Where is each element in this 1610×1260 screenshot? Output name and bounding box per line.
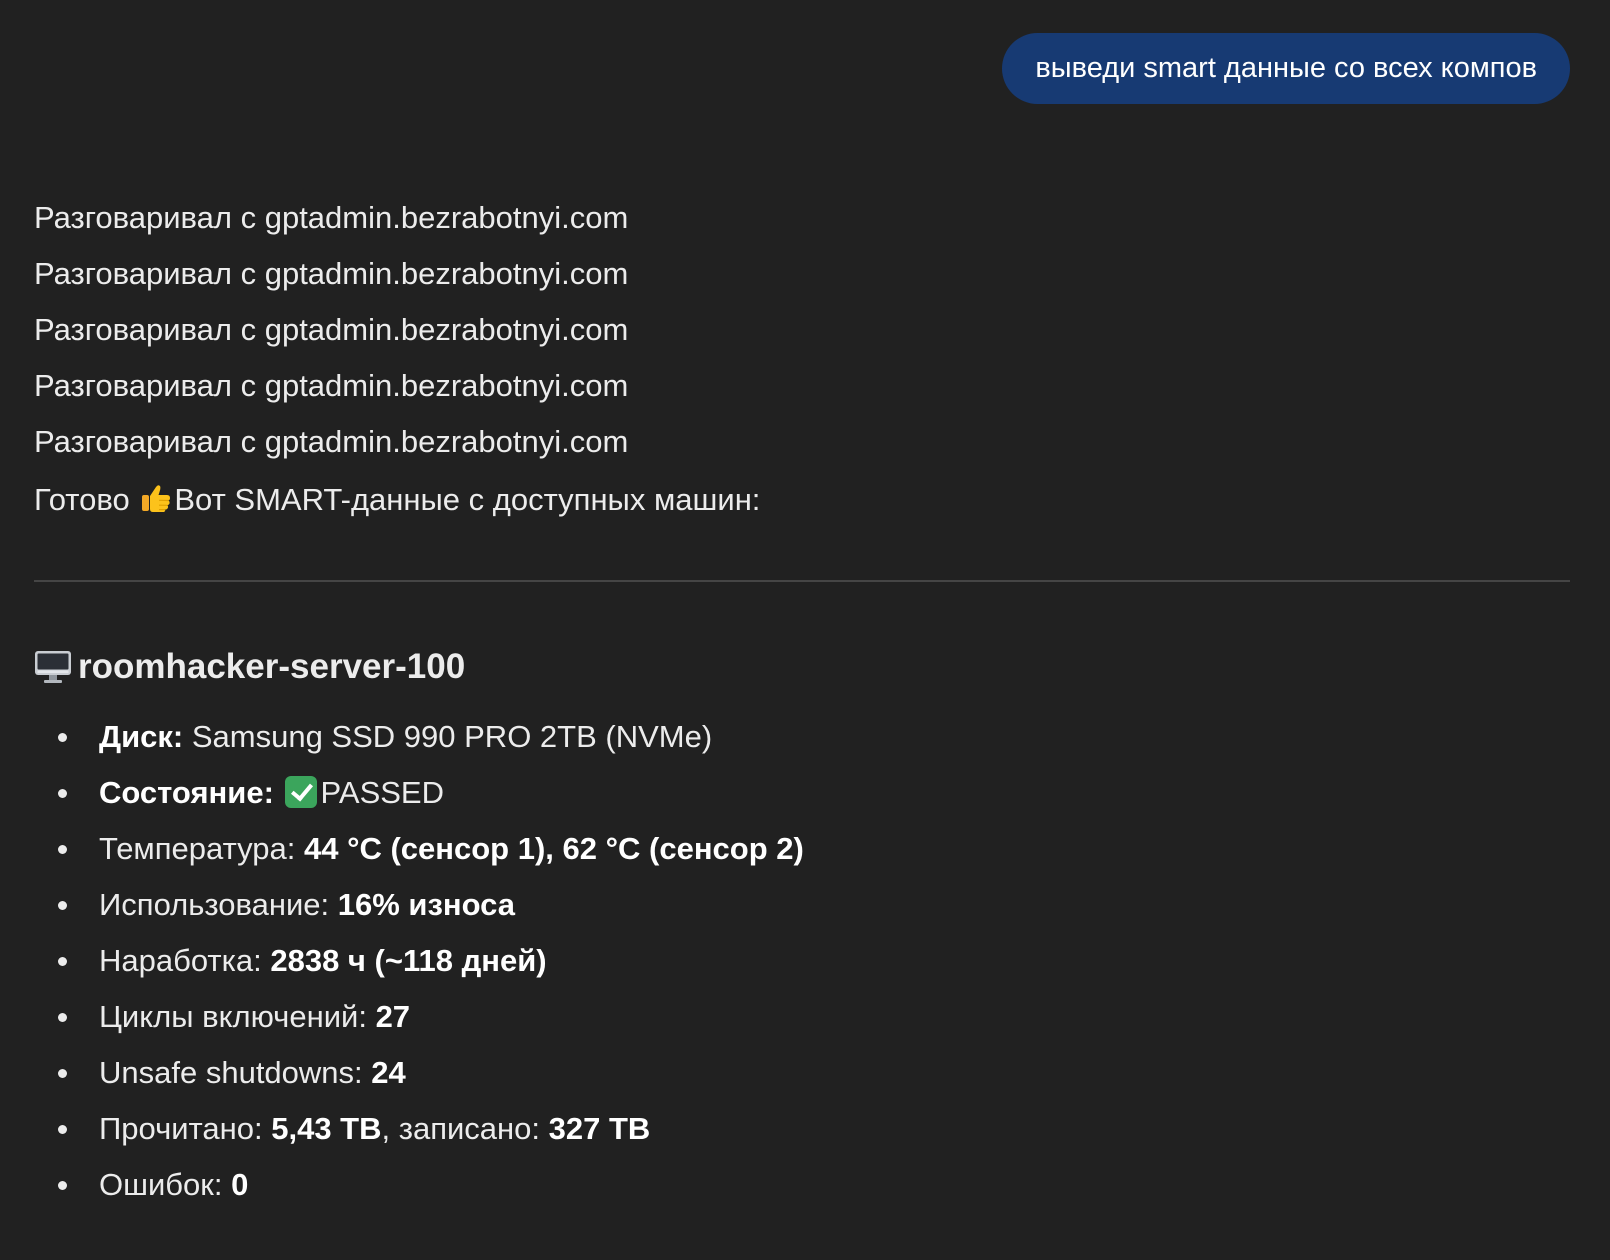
uptime-value: 2838 ч (~118 дней) bbox=[270, 943, 547, 978]
power-cycles-value: 27 bbox=[375, 999, 411, 1034]
user-message-row: выведи smart данные со всех компов bbox=[1002, 33, 1570, 104]
tool-call-line[interactable]: Разговаривал с gptadmin.bezrabotnyi.com bbox=[34, 414, 1570, 470]
list-item-power-cycles: Циклы включений: 27 bbox=[34, 989, 1570, 1045]
list-item-read-written: Прочитано: 5,43 TB, записано: 327 TB bbox=[34, 1101, 1570, 1157]
status-label: Состояние: bbox=[99, 775, 274, 810]
list-item-usage: Использование: 16% износа bbox=[34, 877, 1570, 933]
list-item-temperature: Температура: 44 °C (сенсор 1), 62 °C (се… bbox=[34, 821, 1570, 877]
divider bbox=[34, 580, 1570, 582]
check-mark-icon bbox=[284, 776, 317, 808]
tool-call-line[interactable]: Разговаривал с gptadmin.bezrabotnyi.com bbox=[34, 246, 1570, 302]
bullet bbox=[58, 1181, 67, 1190]
tool-call-line[interactable]: Разговаривал с gptadmin.bezrabotnyi.com bbox=[34, 302, 1570, 358]
errors-value: 0 bbox=[231, 1167, 249, 1202]
status-value: PASSED bbox=[320, 775, 444, 810]
host-name: roomhacker-server-100 bbox=[78, 647, 466, 686]
power-cycles-label: Циклы включений: bbox=[99, 999, 376, 1034]
errors-label: Ошибок: bbox=[99, 1167, 232, 1202]
bullet bbox=[58, 901, 67, 910]
list-item-status: Состояние: PASSED bbox=[34, 765, 1570, 821]
intro-after: Вот SMART-данные с доступных машин: bbox=[174, 482, 761, 517]
usage-label: Использование: bbox=[99, 887, 338, 922]
bullet bbox=[58, 1013, 67, 1022]
list-item-unsafe-shutdowns: Unsafe shutdowns: 24 bbox=[34, 1045, 1570, 1101]
intro-line: Готово Вот SMART-данные с доступных маши… bbox=[34, 472, 1570, 528]
thumbs-up-icon bbox=[140, 476, 172, 532]
list-item-errors: Ошибок: 0 bbox=[34, 1157, 1570, 1213]
usage-value: 16% износа bbox=[337, 887, 515, 922]
host-heading: roomhacker-server-100 bbox=[34, 645, 1570, 689]
user-message-bubble: выведи smart данные со всех компов bbox=[1002, 33, 1570, 104]
bullet bbox=[58, 1069, 67, 1078]
intro-before: Готово bbox=[34, 482, 130, 517]
written-value: 327 TB bbox=[548, 1111, 651, 1146]
tool-call-line[interactable]: Разговаривал с gptadmin.bezrabotnyi.com bbox=[34, 358, 1570, 414]
bullet bbox=[58, 733, 67, 742]
bullet bbox=[58, 1125, 67, 1134]
smart-facts-list: Диск: Samsung SSD 990 PRO 2TB (NVMe) Сос… bbox=[34, 709, 1570, 1213]
unsafe-shutdowns-value: 24 bbox=[371, 1055, 406, 1090]
uptime-label: Наработка: bbox=[99, 943, 271, 978]
bullet bbox=[58, 957, 67, 966]
read-value: 5,43 TB bbox=[271, 1111, 382, 1146]
list-item-disk: Диск: Samsung SSD 990 PRO 2TB (NVMe) bbox=[34, 709, 1570, 765]
read-label: Прочитано: bbox=[99, 1111, 272, 1146]
bullet bbox=[58, 789, 67, 798]
tool-call-line[interactable]: Разговаривал с gptadmin.bezrabotnyi.com bbox=[34, 190, 1570, 246]
temperature-label: Температура: bbox=[99, 831, 304, 866]
disk-value: Samsung SSD 990 PRO 2TB (NVMe) bbox=[191, 719, 713, 754]
desktop-computer-icon bbox=[34, 650, 72, 684]
bullet bbox=[58, 845, 67, 854]
disk-label: Диск: bbox=[99, 719, 184, 754]
unsafe-shutdowns-label: Unsafe shutdowns: bbox=[99, 1055, 372, 1090]
assistant-message: Разговаривал с gptadmin.bezrabotnyi.com … bbox=[34, 190, 1570, 1213]
list-item-uptime: Наработка: 2838 ч (~118 дней) bbox=[34, 933, 1570, 989]
written-label: , записано: bbox=[381, 1111, 549, 1146]
temperature-value: 44 °C (сенсор 1), 62 °C (сенсор 2) bbox=[303, 831, 804, 866]
